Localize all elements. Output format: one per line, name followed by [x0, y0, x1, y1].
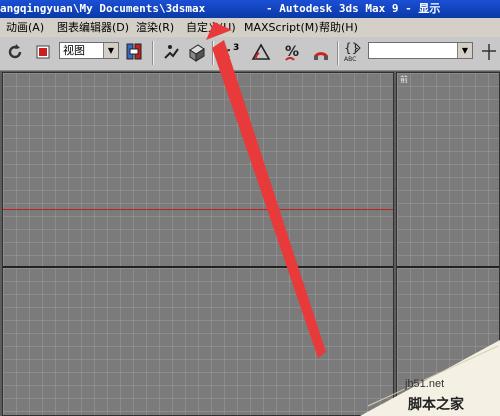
select-region-icon[interactable] — [32, 41, 54, 63]
x-axis-line — [3, 209, 393, 210]
menu-bar: 动画(A) 图表编辑器(D) 渲染(R) 自定义(U) MAXScript(M)… — [0, 18, 500, 37]
keyboard-shortcut-toggle-icon[interactable] — [186, 41, 208, 63]
window-title-path: angqingyuan\My Documents\3dsmax — [0, 2, 206, 15]
menu-animation[interactable]: 动画(A) — [6, 18, 44, 37]
grid-center-line — [397, 266, 499, 268]
view-coordinate-dropdown[interactable]: 视图 ▼ — [59, 42, 119, 59]
svg-text:ABC: ABC — [344, 56, 356, 63]
viewport-perspective[interactable] — [2, 72, 394, 416]
use-pivot-icon[interactable] — [123, 41, 145, 63]
window-title-bar: angqingyuan\My Documents\3dsmax - Autode… — [0, 0, 500, 18]
window-title-app: - Autodesk 3ds Max 9 - 显示 — [266, 2, 441, 15]
watermark-site: jb51.net — [405, 378, 445, 390]
menu-graph-editors[interactable]: 图表编辑器(D) — [57, 18, 129, 37]
viewport-label[interactable]: 前 — [400, 74, 408, 85]
named-selection-icon[interactable]: {} ABC — [342, 41, 364, 63]
watermark-text: 脚本之家 — [408, 397, 464, 413]
select-manipulate-icon[interactable] — [160, 41, 182, 63]
menu-customize[interactable]: 自定义(U) — [186, 18, 236, 37]
snap-toggle-icon[interactable]: 3 — [219, 41, 241, 63]
menu-help[interactable]: 帮助(H) — [319, 18, 358, 37]
toolbar-separator — [212, 41, 214, 65]
svg-text:3: 3 — [233, 43, 239, 53]
named-selection-set-dropdown[interactable]: ▼ — [368, 42, 473, 59]
toolbar-separator — [152, 41, 154, 65]
chevron-down-icon[interactable]: ▼ — [457, 43, 472, 58]
toolbar-extra-icon[interactable] — [478, 41, 500, 63]
toolbar-separator — [337, 41, 339, 65]
main-toolbar: 视图 ▼ 3 % {} ABC ▼ — [0, 37, 500, 71]
spinner-snap-icon[interactable] — [310, 41, 332, 63]
svg-text:{}: {} — [344, 41, 359, 55]
angle-snap-icon[interactable] — [250, 41, 272, 63]
menu-rendering[interactable]: 渲染(R) — [136, 18, 174, 37]
grid-center-line — [3, 266, 393, 268]
chevron-down-icon[interactable]: ▼ — [103, 43, 118, 58]
percent-snap-icon[interactable]: % — [282, 41, 304, 63]
view-coordinate-value: 视图 — [63, 44, 85, 57]
rotate-icon[interactable] — [4, 41, 26, 63]
menu-maxscript[interactable]: MAXScript(M) — [244, 18, 319, 37]
